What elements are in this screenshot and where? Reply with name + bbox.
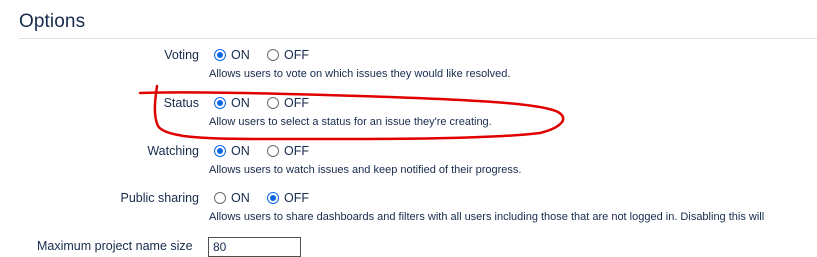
section-divider	[19, 38, 817, 39]
radio-label: OFF	[284, 96, 309, 110]
radio-unselected-icon[interactable]	[267, 49, 279, 61]
voting-off-radio[interactable]: OFF	[267, 48, 309, 62]
option-description: Allows users to share dashboards and fil…	[209, 211, 765, 223]
radio-selected-icon[interactable]	[214, 97, 226, 109]
option-label: Public sharing	[120, 191, 199, 205]
option-label: Voting	[164, 48, 199, 62]
radio-label: OFF	[284, 191, 309, 205]
watching-on-radio[interactable]: ON	[214, 144, 250, 158]
radio-unselected-icon[interactable]	[267, 145, 279, 157]
radio-unselected-icon[interactable]	[267, 97, 279, 109]
radio-selected-icon[interactable]	[214, 49, 226, 61]
radio-label: OFF	[284, 144, 309, 158]
clipped-header-text	[462, 0, 522, 2]
radio-label: ON	[231, 144, 250, 158]
voting-on-radio[interactable]: ON	[214, 48, 250, 62]
watching-off-radio[interactable]: OFF	[267, 144, 309, 158]
status-on-radio[interactable]: ON	[214, 96, 250, 110]
status-off-radio[interactable]: OFF	[267, 96, 309, 110]
radio-selected-icon[interactable]	[267, 192, 279, 204]
radio-label: ON	[231, 191, 250, 205]
radio-label: ON	[231, 48, 250, 62]
public-sharing-on-radio[interactable]: ON	[214, 191, 250, 205]
option-description: Allows users to watch issues and keep no…	[209, 164, 522, 176]
option-description: Allows users to vote on which issues the…	[209, 68, 511, 80]
radio-unselected-icon[interactable]	[214, 192, 226, 204]
option-description: Allow users to select a status for an is…	[209, 116, 492, 128]
option-label: Watching	[147, 144, 199, 158]
radio-selected-icon[interactable]	[214, 145, 226, 157]
section-title: Options	[19, 11, 86, 32]
radio-label: ON	[231, 96, 250, 110]
max-project-name-size-input[interactable]	[208, 237, 301, 257]
public-sharing-off-radio[interactable]: OFF	[267, 191, 309, 205]
radio-label: OFF	[284, 48, 309, 62]
option-label: Status	[163, 96, 199, 110]
max-project-name-size-label: Maximum project name size	[37, 239, 193, 253]
